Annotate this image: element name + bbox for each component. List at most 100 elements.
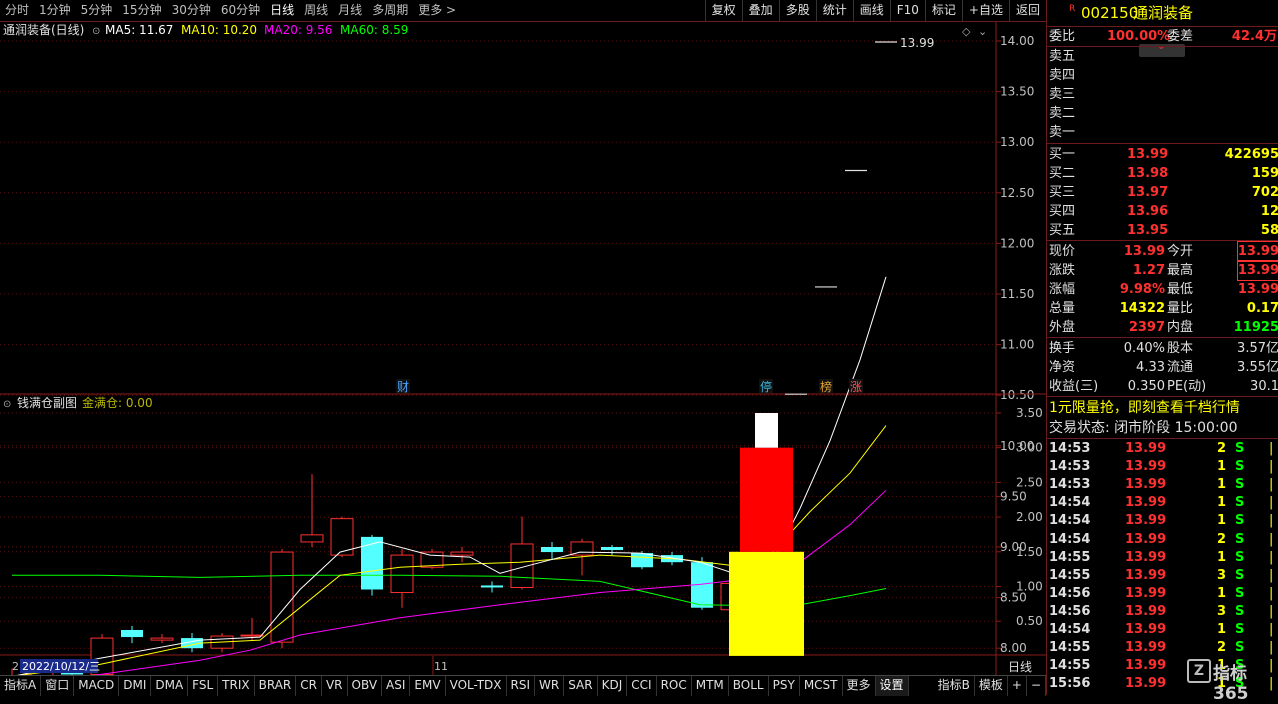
quote-row: 涨幅 9.98% 最低 13.99 — [1047, 280, 1278, 299]
fundamental-label: 股本 — [1167, 341, 1194, 356]
buy-level-label: 买一 — [1049, 147, 1076, 162]
tick-time: 14:55 — [1049, 567, 1091, 583]
order-ratio-label: 委比 — [1049, 29, 1076, 44]
sell-level-label: 卖三 — [1049, 87, 1076, 102]
tool-button-3[interactable]: 统计 — [815, 0, 853, 21]
buy-level-price: 13.99 — [1127, 147, 1169, 162]
indicator-tab-22[interactable]: PSY — [769, 676, 800, 696]
indicator-tab-10[interactable]: OBV — [348, 676, 383, 696]
quote-value: 11925 — [1233, 320, 1278, 335]
period-tab-9[interactable]: 多周期 — [367, 0, 413, 21]
period-tab-4[interactable]: 30分钟 — [167, 0, 216, 21]
period-tab-5[interactable]: 60分钟 — [216, 0, 265, 21]
period-tab-10[interactable]: 更多 > — [413, 0, 461, 21]
tick-side: S — [1235, 585, 1245, 601]
sub-y-tick-label: 3.50 — [1016, 406, 1043, 420]
tool-button-6[interactable]: 标记 — [924, 0, 962, 21]
fundamental-value: 0.40% — [1123, 341, 1165, 356]
period-tab-8[interactable]: 月线 — [333, 0, 367, 21]
quote-value: 14322 — [1119, 301, 1165, 316]
tool-button-5[interactable]: F10 — [889, 0, 925, 21]
quote-row: 总量 14322 量比 0.17 — [1047, 299, 1278, 318]
candle-body — [601, 547, 623, 551]
sell-level-row: 卖二 — [1047, 104, 1278, 123]
period-tab-0[interactable]: 分时 — [0, 0, 34, 21]
period-tab-2[interactable]: 5分钟 — [76, 0, 118, 21]
tool-button-1[interactable]: 叠加 — [741, 0, 779, 21]
indicator-b-tab-3[interactable]: − — [1027, 676, 1046, 696]
promo-text: 1元限量抢，即刻查看千档行情 — [1049, 400, 1240, 416]
buy-level-row: 买三 13.97 702 — [1047, 183, 1278, 202]
indicator-tab-25[interactable]: 设置 — [875, 676, 909, 696]
y-tick-label: 13.50 — [1000, 85, 1034, 99]
period-tab-6[interactable]: 日线 — [265, 0, 299, 21]
tool-button-4[interactable]: 画线 — [852, 0, 890, 21]
sell-level-label: 卖四 — [1049, 68, 1076, 83]
quote-label: 内盘 — [1167, 320, 1194, 335]
indicator-tab-12[interactable]: EMV — [410, 676, 446, 696]
indicator-tab-8[interactable]: CR — [296, 676, 322, 696]
period-tab-3[interactable]: 15分钟 — [117, 0, 166, 21]
indicator-b-tab-1[interactable]: 模板 — [975, 676, 1008, 696]
y-tick-label: 13.00 — [1000, 135, 1034, 149]
indicator-tab-15[interactable]: WR — [535, 676, 565, 696]
promo-banner[interactable]: 1元限量抢，即刻查看千档行情 — [1047, 398, 1278, 419]
indicator-tab-23[interactable]: MCST — [800, 676, 843, 696]
period-tab-7[interactable]: 周线 — [299, 0, 333, 21]
sub-bar-red — [740, 447, 793, 552]
buy-level-volume: 159 — [1251, 166, 1278, 181]
candle-body — [150, 637, 174, 641]
toggle-icon[interactable]: ⊙ — [92, 26, 100, 37]
tick-flag: | — [1269, 549, 1274, 565]
toggle-icon[interactable]: ⊙ — [3, 399, 11, 410]
indicator-tab-14[interactable]: RSI — [507, 676, 536, 696]
tick-volume: 1 — [1217, 622, 1227, 637]
indicator-tab-7[interactable]: BRAR — [255, 676, 297, 696]
quote-value: 13.99 — [1237, 282, 1278, 297]
indicator-tab-2[interactable]: MACD — [74, 676, 120, 696]
indicator-tab-24[interactable]: 更多 — [843, 676, 876, 696]
indicator-tab-5[interactable]: FSL — [188, 676, 219, 696]
tick-price: 13.99 — [1125, 495, 1167, 511]
indicator-tab-0[interactable]: 指标A — [0, 676, 42, 696]
indicator-tab-17[interactable]: KDJ — [598, 676, 628, 696]
sell-level-row: 卖一 — [1047, 123, 1278, 142]
sub-y-tick-label: 1.00 — [1016, 580, 1043, 594]
indicator-tab-21[interactable]: BOLL — [729, 676, 769, 696]
indicator-tab-1[interactable]: 窗口 — [41, 676, 75, 696]
indicator-tab-9[interactable]: VR — [322, 676, 348, 696]
kline-chart-area[interactable]: 14.00 13.50 13.00 12.50 12.00 11.50 11.00 10.50… — [0, 22, 1046, 675]
tool-button-8[interactable]: 返回 — [1008, 0, 1046, 21]
period-tab-1[interactable]: 1分钟 — [34, 0, 76, 21]
indicator-tab-20[interactable]: MTM — [692, 676, 729, 696]
tool-button-0[interactable]: 复权 — [704, 0, 742, 21]
indicator-tab-6[interactable]: TRIX — [218, 676, 255, 696]
tick-volume: 1 — [1217, 513, 1227, 529]
indicator-tab-3[interactable]: DMI — [119, 676, 152, 696]
tick-time: 14:54 — [1049, 622, 1091, 637]
tick-side: S — [1235, 640, 1245, 656]
indicator-tab-16[interactable]: SAR — [564, 676, 598, 696]
tick-row: 14:55 13.99 1 S | — [1047, 548, 1278, 566]
ma-legend-3: MA60: 8.59 — [340, 23, 408, 37]
indicator-tab-19[interactable]: ROC — [657, 676, 692, 696]
y-tick-label: 10.50 — [1000, 388, 1034, 402]
tick-flag: | — [1269, 477, 1274, 493]
indicator-tab-13[interactable]: VOL-TDX — [446, 676, 507, 696]
tick-flag: | — [1269, 567, 1274, 583]
buy-level-price: 13.97 — [1127, 185, 1169, 200]
chevron-down-icon[interactable]: ⌄ — [978, 25, 987, 38]
fundamental-row: 净资 4.33 流通 3.55亿 — [1047, 358, 1278, 377]
tool-button-7[interactable]: +自选 — [961, 0, 1009, 21]
indicator-tab-18[interactable]: CCI — [627, 676, 657, 696]
tick-flag: | — [1269, 495, 1274, 511]
indicator-tab-4[interactable]: DMA — [151, 676, 189, 696]
indicator-tab-11[interactable]: ASI — [382, 676, 411, 696]
diamond-icon[interactable]: ◇ — [962, 25, 971, 38]
quote-value: 13.99 — [1236, 260, 1278, 281]
indicator-b-tab-2[interactable]: + — [1008, 676, 1027, 696]
tool-button-2[interactable]: 多股 — [778, 0, 816, 21]
tick-time: 14:53 — [1049, 459, 1091, 475]
indicator-b-tab-0[interactable]: 指标B — [934, 676, 975, 696]
candle-body — [390, 554, 414, 594]
